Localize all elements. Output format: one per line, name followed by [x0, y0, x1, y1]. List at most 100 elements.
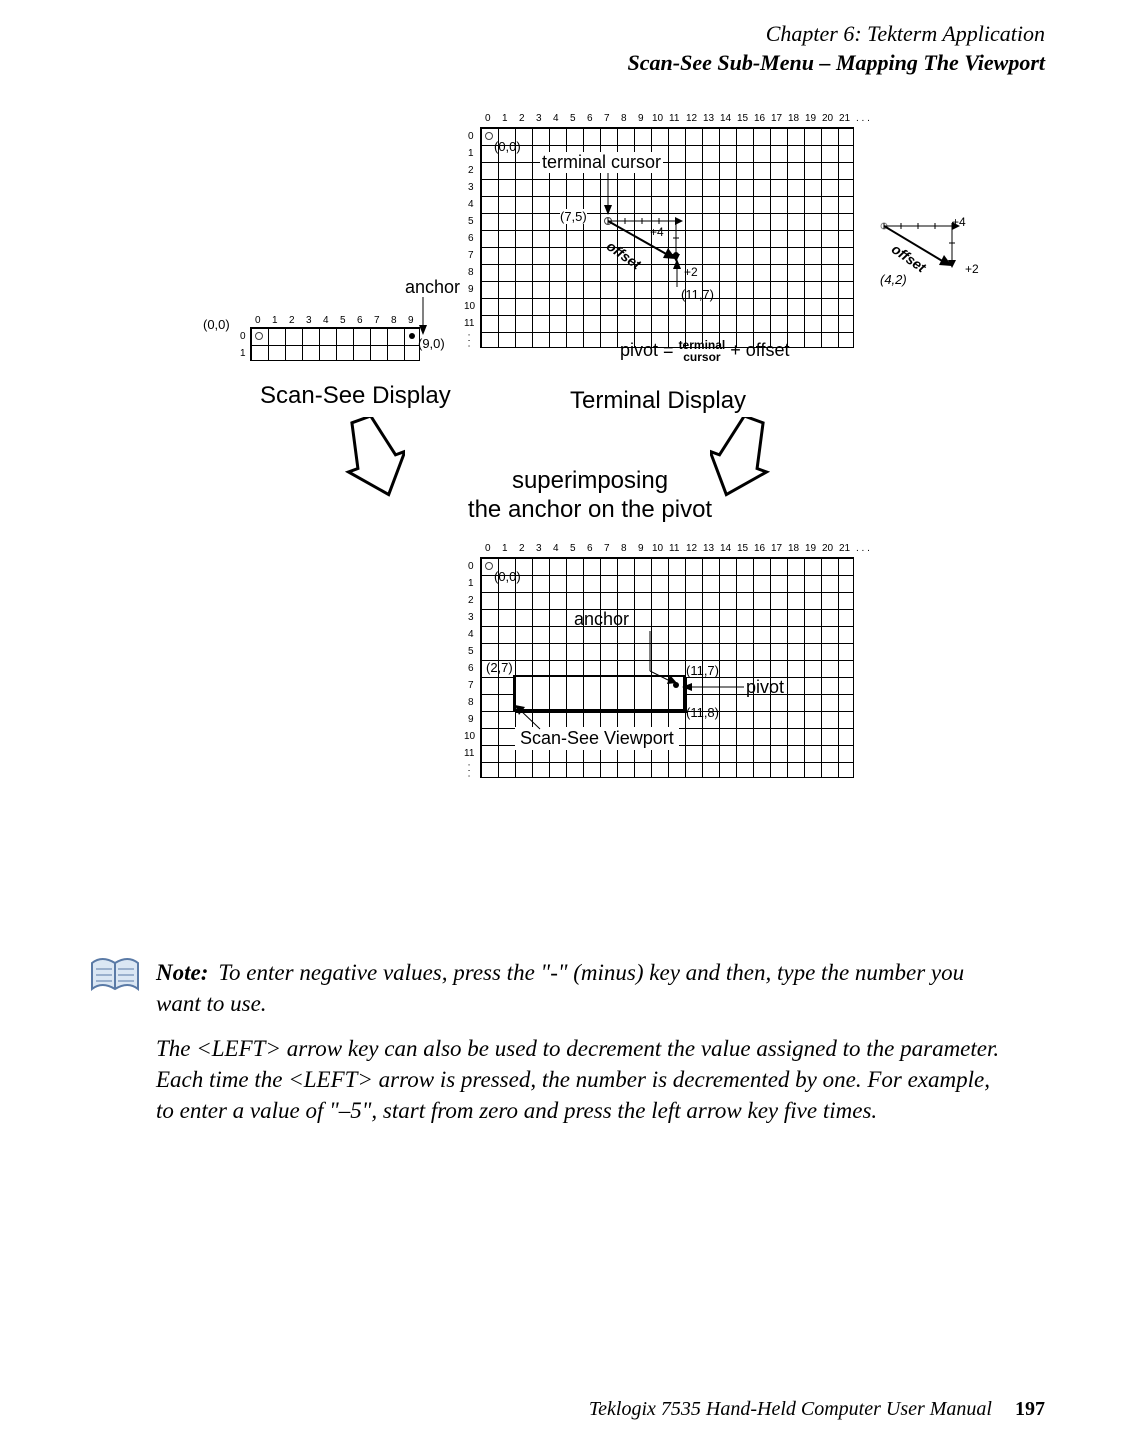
t: 10 [464, 301, 475, 312]
viewport-mapping-figure: (0,0) 0 1 2 3 4 5 6 7 8 9 0 1 (9,0) anch… [80, 87, 1045, 937]
t: 19 [805, 543, 816, 554]
pivot-equation: pivot = terminal cursor + offset [620, 339, 880, 363]
t: 1 [468, 148, 474, 159]
t: 5 [340, 315, 346, 326]
t: 9 [638, 543, 644, 554]
t: 20 [822, 113, 833, 124]
t: 9 [408, 315, 414, 326]
t: 4 [553, 113, 559, 124]
t: 11 [669, 113, 679, 124]
t: 0 [468, 131, 474, 142]
t: 4 [323, 315, 329, 326]
viewport-br-coord: (11,8) [686, 705, 719, 720]
t: 15 [737, 543, 748, 554]
t: . . . [856, 113, 870, 124]
t: 17 [771, 543, 782, 554]
t: 4 [553, 543, 559, 554]
t: 8 [621, 113, 627, 124]
t: 13 [703, 113, 714, 124]
header-chapter: Chapter 6: Tekterm Application [80, 20, 1045, 49]
t: 2 [519, 543, 525, 554]
note-block: Note:To enter negative values, press the… [80, 957, 1045, 1140]
t: 8 [391, 315, 397, 326]
pivot-eq-right: + offset [730, 340, 789, 360]
t: 8 [468, 267, 474, 278]
superimpose-text: superimposing the anchor on the pivot [450, 467, 730, 525]
anchor-coord-bottom: (11,7) [686, 663, 719, 678]
t: 17 [771, 113, 782, 124]
t: 11 [464, 318, 474, 329]
pivot-eq-mid: terminal cursor [679, 339, 726, 363]
t: 18 [788, 113, 799, 124]
anchor-arrow-bottom-icon [645, 631, 685, 683]
scansee-grid [250, 327, 420, 361]
footer-page-number: 197 [1015, 1398, 1045, 1420]
t: 13 [703, 543, 714, 554]
t: 20 [822, 543, 833, 554]
term1-origin-coord: (0,0) [494, 139, 521, 154]
t: 5 [570, 113, 576, 124]
page-header: Chapter 6: Tekterm Application Scan-See … [80, 20, 1045, 77]
t: 11 [669, 543, 679, 554]
superimpose-line1: superimposing [512, 467, 668, 494]
t: 5 [468, 646, 474, 657]
t: 10 [652, 113, 663, 124]
term1-origin-dot [485, 132, 493, 140]
pivot-coord-top: (11,7) [681, 287, 714, 302]
cursor-coord: (7,5) [560, 209, 587, 224]
t: 7 [468, 250, 474, 261]
term2-origin-coord: (0,0) [494, 569, 521, 584]
t: 6 [357, 315, 363, 326]
pivot-eq-left: pivot = [620, 340, 674, 360]
t: 3 [468, 182, 474, 193]
open-arrow-left-icon [345, 417, 405, 497]
t: 2 [468, 165, 474, 176]
t: 1 [240, 348, 246, 359]
t: 4 [468, 199, 474, 210]
cursor-arrow-icon [603, 173, 613, 215]
t: 1 [272, 315, 278, 326]
t: 12 [686, 113, 697, 124]
t: . . . [465, 764, 476, 778]
plus4-top: +4 [650, 225, 664, 239]
viewport-label: Scan-See Viewport [515, 727, 679, 750]
t: 0 [485, 543, 491, 554]
t: 0 [255, 315, 261, 326]
t: . . . [856, 543, 870, 554]
anchor-arrow-icon [418, 297, 428, 335]
t: 5 [468, 216, 474, 227]
pivot-up-arrow-icon [672, 259, 682, 287]
plus2-right: +2 [965, 262, 979, 276]
t: 6 [468, 663, 474, 674]
viewport-tl-coord: (2,7) [486, 660, 513, 675]
scansee-anchor-coord: (9,0) [418, 336, 445, 351]
t: 14 [720, 543, 731, 554]
note-p1: To enter negative values, press the "-" … [156, 960, 964, 1016]
anchor-label-bottom: anchor [574, 609, 629, 630]
t: 1 [502, 113, 508, 124]
term2-origin-dot [485, 562, 493, 570]
t: 16 [754, 543, 765, 554]
t: 0 [240, 331, 246, 342]
scansee-origin-coord: (0,0) [203, 317, 230, 332]
t: 3 [468, 612, 474, 623]
t: 7 [604, 113, 610, 124]
t: 9 [638, 113, 644, 124]
t: 6 [468, 233, 474, 244]
t: 11 [464, 748, 474, 759]
plus2-top: +2 [684, 265, 698, 279]
superimpose-line2: the anchor on the pivot [468, 496, 712, 523]
t: 15 [737, 113, 748, 124]
note-text: Note:To enter negative values, press the… [156, 957, 1005, 1140]
terminal-title: Terminal Display [570, 387, 746, 415]
t: 21 [839, 543, 850, 554]
t: 3 [536, 113, 542, 124]
page-footer: Teklogix 7535 Hand-Held Computer User Ma… [589, 1398, 1045, 1421]
pivot-dot-top [673, 252, 679, 258]
t: 5 [570, 543, 576, 554]
anchor-label-top: anchor [405, 277, 460, 298]
header-section: Scan-See Sub-Menu – Mapping The Viewport [80, 49, 1045, 78]
note-label: Note: [156, 960, 208, 985]
terminal-cursor-label: terminal cursor [540, 152, 663, 173]
t: 7 [604, 543, 610, 554]
